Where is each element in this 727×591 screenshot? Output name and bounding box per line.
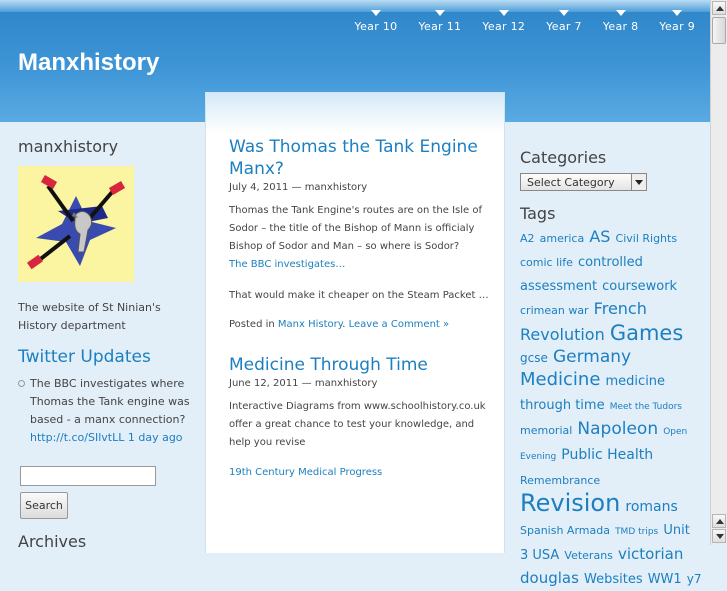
nav-triangle-icon [498,10,509,16]
tag-link[interactable]: Remembrance [520,474,600,487]
search-button[interactable]: Search [20,492,68,519]
tag-link[interactable]: crimean war [520,304,589,317]
avatar [18,166,134,282]
nav-triangle-icon [672,10,683,16]
right-sidebar: Categories Select Category Tags A2 ameri… [520,148,702,591]
nav-item-label: Year 10 [354,20,398,33]
tag-link[interactable]: comic life [520,256,573,269]
top-gradient-bar [0,0,711,12]
post-text: Thomas the Tank Engine's routes are on t… [229,205,483,252]
post-text: Interactive Diagrams from www.schoolhist… [229,401,486,448]
categories-heading: Categories [520,148,607,167]
tweet-time-link[interactable]: 1 day ago [128,431,183,444]
arrow-up-icon [716,519,724,524]
archives-heading: Archives [18,532,87,551]
post-title[interactable]: Medicine Through Time [229,354,491,376]
tag-link[interactable]: TMD trips [615,527,658,537]
nav-triangle-icon [559,10,570,16]
nav-item-year-10[interactable]: Year 10 [354,10,398,33]
tag-link[interactable]: y7 [687,572,702,586]
scrollbar-thumb[interactable] [712,17,726,44]
twitter-heading[interactable]: Twitter Updates [18,347,193,367]
site-description: The website of St Ninian's History depar… [18,301,161,332]
scroll-up-button-lower[interactable] [712,514,726,528]
nav-item-label: Year 12 [482,20,526,33]
arrow-down-icon [716,534,724,539]
post: Was Thomas the Tank Engine Manx? July 4,… [229,136,491,330]
tweet-link[interactable]: http://t.co/SIlvtLL [30,431,124,444]
tag-link[interactable]: america [540,232,585,245]
comment-link[interactable]: Leave a Comment » [349,319,450,330]
tag-link[interactable]: Spanish Armada [520,524,610,537]
tag-link[interactable]: WW1 [648,572,682,587]
tag-link[interactable]: Games [610,321,683,345]
tag-link[interactable]: coursework [602,279,677,294]
arrow-up-icon [716,6,724,11]
nav-triangle-icon [434,10,445,16]
tag-link[interactable]: Medicine [520,369,600,390]
nav-item-year-7[interactable]: Year 7 [546,10,582,33]
post-title[interactable]: Was Thomas the Tank Engine Manx? [229,136,491,180]
tags-heading: Tags [520,204,556,223]
nav-item-label: Year 7 [546,20,582,33]
tag-link[interactable]: memorial [520,424,572,437]
category-select[interactable]: Select Category [520,173,647,191]
tag-link[interactable]: gcse [520,351,548,365]
post-text-continued: That would make it cheaper on the Steam … [229,290,489,301]
nav-item-year-8[interactable]: Year 8 [602,10,639,33]
tag-link[interactable]: A2 [520,232,535,245]
vertical-scrollbar[interactable] [710,0,727,545]
tag-link[interactable]: Revision [520,489,620,517]
search-input[interactable] [20,466,156,486]
post-footer: Posted in Manx History. Leave a Comment … [229,319,450,330]
bullet-icon [18,380,25,387]
tag-link[interactable]: Germany [553,347,631,367]
post-link[interactable]: The BBC investigates… [229,256,491,274]
scroll-up-button[interactable] [712,1,726,15]
post-link[interactable]: 19th Century Medical Progress [229,464,491,482]
category-link[interactable]: Manx History [278,319,342,330]
nav-item-label: Year 8 [602,20,639,33]
post-meta: July 4, 2011 — manxhistory [229,182,368,193]
nav-triangle-icon [370,10,381,16]
left-sidebar: manxhistory The website of St Ninian's H… [18,137,193,447]
tag-link[interactable]: romans [625,499,677,515]
tweet-item: The BBC investigates where Thomas the Ta… [18,375,193,447]
tag-link[interactable]: Public Health [561,447,653,463]
category-select-value: Select Category [527,176,615,189]
tag-link[interactable]: AS [589,227,610,246]
post-footer-prefix: Posted in [229,319,278,330]
tag-link[interactable]: victorian [618,545,683,563]
tag-link[interactable]: douglas [520,569,579,587]
sidebar-heading: manxhistory [18,137,119,156]
tag-link[interactable]: Meet the Tudors [610,402,682,412]
nav-item-label: Year 11 [418,20,462,33]
tag-link[interactable]: Napoleon [577,419,658,439]
tag-link[interactable]: Websites [584,572,643,587]
tag-cloud: A2 america AS Civil Rights comic life co… [520,226,702,591]
tag-link[interactable]: Civil Rights [616,232,678,245]
post: Medicine Through Time June 12, 2011 — ma… [229,354,491,482]
post-meta: June 12, 2011 — manxhistory [229,378,378,389]
scroll-down-button[interactable] [712,529,726,543]
chevron-down-icon[interactable] [631,174,646,190]
nav-triangle-icon [615,10,626,16]
posts-column: Was Thomas the Tank Engine Manx? July 4,… [229,136,491,482]
main-nav: Year 10 Year 11 Year 12 Year 7 Year 8 Ye… [334,10,695,33]
tweet-text: The BBC investigates where Thomas the Ta… [30,377,190,426]
site-title[interactable]: Manxhistory [18,49,159,77]
nav-item-year-11[interactable]: Year 11 [418,10,462,33]
nav-item-year-9[interactable]: Year 9 [659,10,695,33]
nav-item-label: Year 9 [659,20,695,33]
nav-item-year-12[interactable]: Year 12 [482,10,526,33]
tag-link[interactable]: Veterans [564,549,613,562]
